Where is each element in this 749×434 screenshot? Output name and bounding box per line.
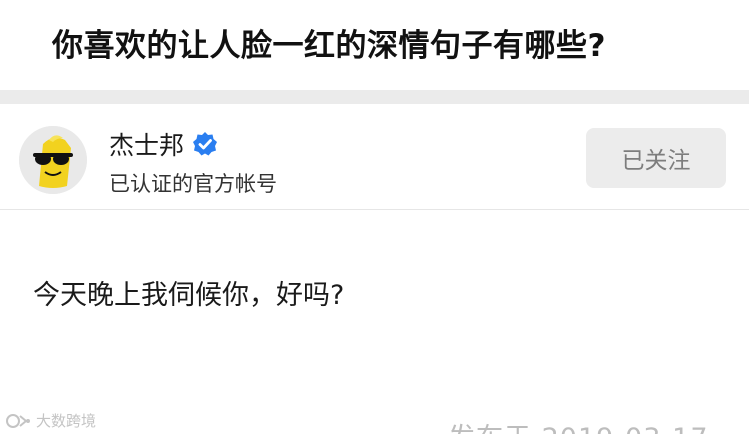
watermark-logo-icon bbox=[6, 413, 30, 428]
question-header: 你喜欢的让人脸一红的深情句子有哪些? bbox=[0, 0, 749, 90]
answer-body: 今天晚上我伺候你，好吗? bbox=[0, 211, 749, 434]
section-divider bbox=[0, 90, 749, 104]
follow-button[interactable]: 已关注 bbox=[586, 128, 726, 188]
watermark-text: 大数跨境 bbox=[36, 412, 97, 430]
watermark: 大数跨境 bbox=[6, 410, 96, 431]
question-title[interactable]: 你喜欢的让人脸一红的深情句子有哪些? bbox=[52, 20, 606, 65]
sunglasses-mascot-avatar-icon bbox=[19, 126, 87, 194]
verified-badge-icon bbox=[192, 131, 218, 157]
author-name[interactable]: 杰士邦 bbox=[109, 126, 184, 162]
author-name-line: 杰士邦 bbox=[109, 126, 218, 162]
publish-time: 发布于 2019-03-17 bbox=[448, 416, 709, 434]
author-card: 杰士邦 已认证的官方帐号 已关注 bbox=[0, 104, 749, 210]
author-avatar[interactable] bbox=[19, 126, 87, 194]
author-verification-text: 已认证的官方帐号 bbox=[109, 172, 277, 196]
answer-text: 今天晚上我伺候你，好吗? bbox=[33, 280, 345, 311]
